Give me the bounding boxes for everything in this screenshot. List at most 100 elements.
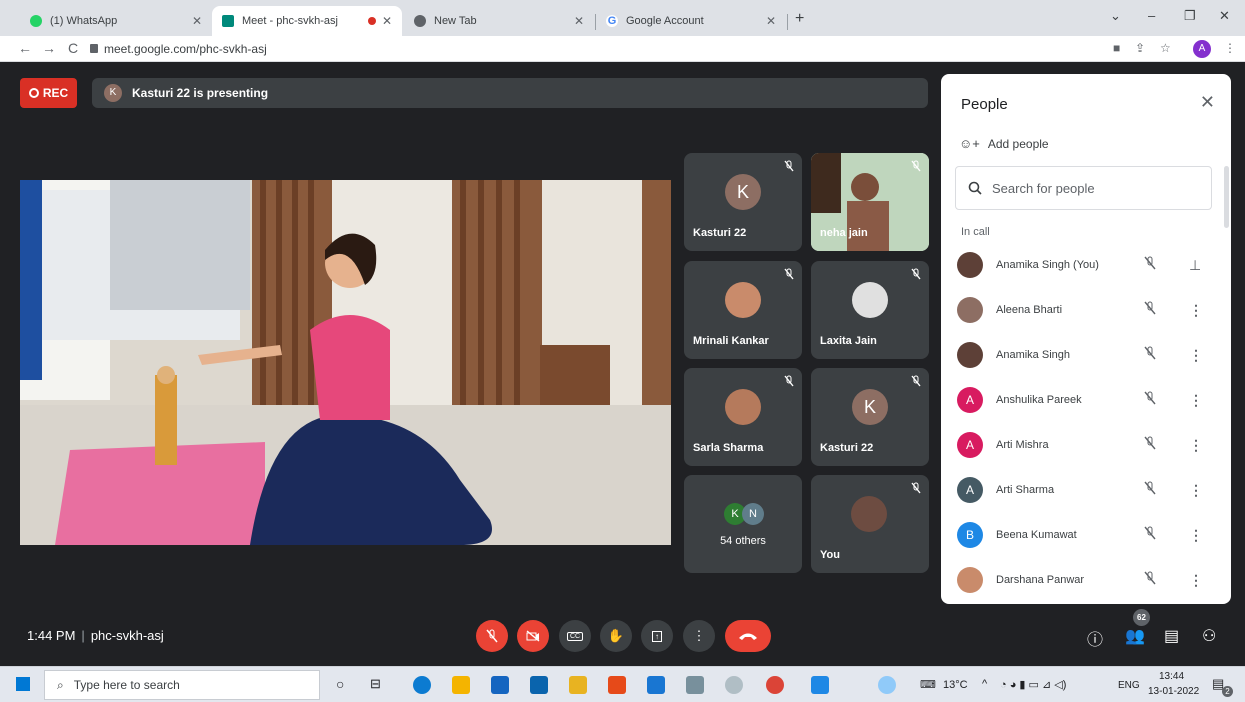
people-button[interactable]: 👥 — [1125, 626, 1145, 646]
participant-tile[interactable]: Mrinali Kankar — [684, 261, 802, 359]
file-explorer-icon[interactable] — [452, 676, 470, 694]
tray-icons[interactable]: ◔ ◕ ▮ ▭ ⊿ ◁) — [1000, 678, 1066, 691]
edge-icon[interactable] — [413, 676, 431, 694]
more-vert-icon[interactable]: ⋮ — [1224, 41, 1236, 55]
more-vert-icon[interactable]: ⋮ — [1189, 437, 1203, 454]
mic-toggle-button[interactable] — [476, 620, 508, 652]
more-vert-icon[interactable]: ⋮ — [1189, 347, 1203, 364]
avatar — [725, 282, 761, 319]
leave-call-button[interactable] — [725, 620, 771, 652]
participant-row[interactable]: A Anshulika Pareek ⋮ — [941, 380, 1221, 420]
participant-row[interactable]: Aleena Bharti ⋮ — [941, 290, 1221, 330]
app-icon[interactable] — [569, 676, 587, 694]
meeting-info-button[interactable]: ⓘ — [1087, 626, 1103, 650]
presentation-video[interactable] — [20, 180, 671, 545]
mic-off-icon — [911, 374, 921, 392]
participant-name: Anshulika Pareek — [996, 394, 1082, 406]
participant-row[interactable]: Anamika Singh (You) ⊥ — [941, 245, 1221, 285]
more-vert-icon[interactable]: ⋮ — [1189, 302, 1203, 319]
tab-whatsapp[interactable]: (1) WhatsApp ✕ — [20, 6, 212, 36]
restore-button[interactable]: ❐ — [1184, 8, 1196, 24]
tab-new-tab[interactable]: New Tab ✕ — [404, 6, 594, 36]
raise-hand-button[interactable]: ✋ — [600, 620, 632, 652]
tray-chevron-icon[interactable]: ^ — [982, 678, 987, 690]
participant-tile[interactable]: Laxita Jain — [811, 261, 929, 359]
participant-row[interactable]: Anamika Singh ⋮ — [941, 335, 1221, 375]
tab-meet[interactable]: Meet - phc-svkh-asj ✕ — [212, 6, 402, 36]
present-button[interactable]: ↑ — [641, 620, 673, 652]
panel-scrollbar[interactable] — [1224, 166, 1229, 228]
chat-button[interactable]: ▤ — [1164, 626, 1179, 646]
windows-start-icon[interactable] — [16, 677, 30, 691]
close-icon[interactable]: ✕ — [192, 14, 202, 28]
others-tile[interactable]: K N 54 others — [684, 475, 802, 573]
close-icon[interactable]: ✕ — [1200, 92, 1215, 113]
more-vert-icon[interactable]: ⋮ — [1189, 527, 1203, 544]
participant-row[interactable]: Darshana Panwar ⋮ — [941, 560, 1221, 600]
cortana-icon[interactable]: ○ — [336, 676, 344, 692]
search-people-input[interactable]: Search for people — [955, 166, 1212, 210]
office-icon[interactable] — [608, 676, 626, 694]
participant-tile[interactable]: K Kasturi 22 — [811, 368, 929, 466]
tab-google-account[interactable]: G Google Account ✕ — [596, 6, 786, 36]
add-people-button[interactable]: ☺+ Add people — [959, 136, 1049, 151]
recording-badge: REC — [20, 78, 77, 108]
notification-count-badge: 2 — [1222, 686, 1233, 697]
more-vert-icon[interactable]: ⋮ — [1189, 482, 1203, 499]
participant-tile[interactable]: neha jain — [811, 153, 929, 251]
camera-toggle-button[interactable] — [517, 620, 549, 652]
activities-button[interactable]: ⚇ — [1202, 626, 1216, 646]
close-icon[interactable]: ✕ — [766, 14, 776, 28]
tab-search-icon[interactable]: ⌄ — [1110, 8, 1121, 24]
participant-row[interactable]: B Beena Kumawat ⋮ — [941, 515, 1221, 555]
calendar-icon[interactable] — [647, 676, 665, 694]
participant-row[interactable]: A Arti Mishra ⋮ — [941, 425, 1221, 465]
presentation-scene — [20, 180, 671, 545]
back-icon[interactable]: ← — [18, 40, 32, 56]
divider: | — [81, 628, 85, 643]
mic-off-icon — [1144, 436, 1156, 455]
chat-icon: ▤ — [1164, 628, 1180, 645]
more-vert-icon[interactable]: ⋮ — [1189, 392, 1203, 409]
clock-date[interactable]: 13-01-2022 — [1148, 686, 1199, 697]
more-vert-icon[interactable]: ⋮ — [1189, 572, 1203, 589]
photos-icon[interactable] — [811, 676, 829, 694]
window-close-button[interactable]: ✕ — [1219, 8, 1230, 24]
keyboard-icon[interactable]: ⌨ — [920, 678, 936, 691]
url-field[interactable]: meet.google.com/phc-svkh-asj — [104, 42, 267, 56]
language-indicator[interactable]: ENG — [1118, 680, 1140, 691]
more-options-button[interactable]: ⋮ — [683, 620, 715, 652]
search-placeholder: Search for people — [992, 180, 1095, 196]
weather-temperature[interactable]: 13°C — [943, 679, 968, 691]
self-tile[interactable]: You — [811, 475, 929, 573]
participant-tile[interactable]: K Kasturi 22 — [684, 153, 802, 251]
captions-button[interactable]: CC — [559, 620, 591, 652]
mic-off-icon — [911, 159, 921, 177]
share-icon[interactable]: ⇪ — [1135, 41, 1145, 55]
chrome-icon[interactable] — [766, 676, 784, 694]
camera-indicator-icon[interactable]: ■ — [1113, 41, 1120, 55]
snipping-tool-icon[interactable] — [725, 676, 743, 694]
close-icon[interactable]: ✕ — [382, 14, 392, 28]
bookmark-star-icon[interactable]: ☆ — [1160, 41, 1171, 55]
participant-name: Arti Sharma — [996, 484, 1055, 496]
mail-icon[interactable] — [530, 676, 548, 694]
profile-avatar[interactable]: A — [1193, 40, 1211, 58]
participant-row[interactable]: A Arti Sharma ⋮ — [941, 470, 1221, 510]
close-icon[interactable]: ✕ — [574, 14, 584, 28]
new-tab-button[interactable]: + — [795, 10, 804, 28]
help-icon[interactable] — [878, 676, 896, 694]
calculator-icon[interactable] — [686, 676, 704, 694]
clock-time[interactable]: 13:44 — [1159, 671, 1184, 682]
store-icon[interactable] — [491, 676, 509, 694]
minimize-button[interactable]: – — [1148, 8, 1155, 23]
mic-off-icon — [784, 374, 794, 392]
taskbar-search-input[interactable]: ⌕ Type here to search — [44, 670, 320, 700]
reload-icon[interactable]: C — [68, 40, 78, 56]
task-view-icon[interactable]: ⊟ — [370, 676, 381, 692]
participant-tile[interactable]: Sarla Sharma — [684, 368, 802, 466]
meet-area: REC K Kasturi 22 is presenting K Kasturi… — [0, 62, 1245, 666]
camera-off-icon — [526, 630, 540, 642]
forward-icon[interactable]: → — [42, 40, 56, 56]
pin-icon[interactable]: ⊥ — [1189, 257, 1201, 274]
